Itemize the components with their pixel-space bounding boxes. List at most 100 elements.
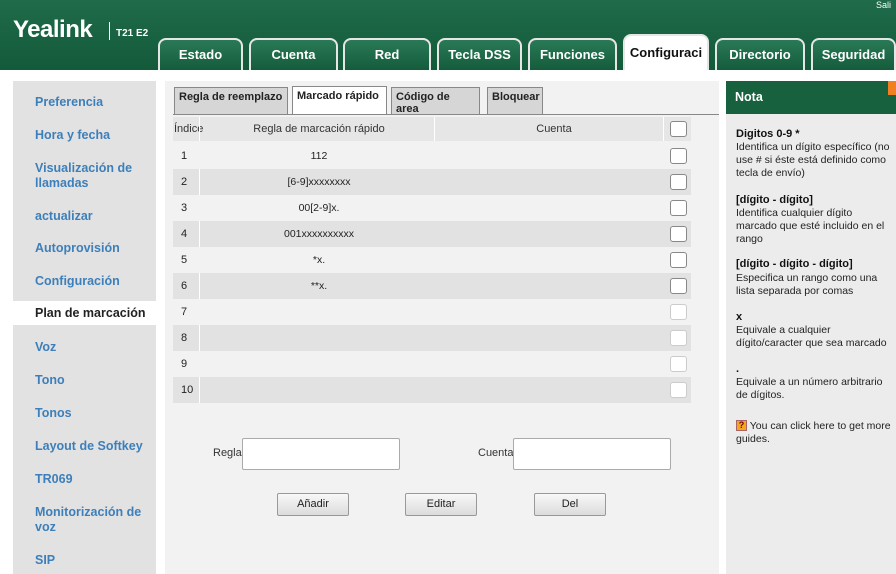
sidebar-item-sip[interactable]: SIP (35, 553, 155, 568)
tab-configuracion[interactable]: Configuraci (623, 34, 709, 70)
row-index: 5 (181, 254, 188, 266)
sidebar-item-preferencia[interactable]: Preferencia (35, 95, 155, 110)
add-button[interactable]: Añadir (277, 493, 349, 516)
subtab-divider (173, 114, 719, 115)
column-divider (434, 117, 435, 141)
sidebar-item-label: Plan de marcación (35, 306, 146, 320)
column-header-account: Cuenta (536, 123, 572, 135)
sidebar-item-visualizacion[interactable]: Visualización de llamadas (35, 161, 155, 191)
table-row[interactable]: 2 [6-9]xxxxxxxx (173, 169, 691, 195)
note-corner-marker (888, 81, 896, 95)
sidebar-item-autoprovision[interactable]: Autoprovisión (35, 241, 155, 256)
subtab-marcado-rapido[interactable]: Marcado rápido (292, 86, 387, 115)
row-index: 3 (181, 202, 188, 214)
note-entry-text: Equivale a cualquier dígito/caracter que… (736, 324, 887, 349)
row-index: 2 (181, 176, 188, 188)
tab-tecla-dss[interactable]: Tecla DSS (437, 38, 522, 70)
row-checkbox[interactable] (670, 148, 687, 164)
tab-estado[interactable]: Estado (158, 38, 243, 70)
table-row[interactable]: 4 001xxxxxxxxxx (173, 221, 691, 247)
yealink-logo: Yealink (13, 16, 93, 43)
row-index: 7 (181, 306, 188, 318)
row-checkbox[interactable] (670, 252, 687, 268)
table-row[interactable]: 6 **x. (173, 273, 691, 299)
table-row: 8 (173, 325, 691, 351)
subtab-bloquear[interactable]: Bloquear (487, 87, 543, 114)
note-entry-title: [dígito - dígito - dígito] (736, 258, 853, 270)
note-entry-text: Equivale a un número arbitrario de dígit… (736, 376, 883, 401)
delete-button[interactable]: Del (534, 493, 606, 516)
row-divider (199, 377, 200, 403)
row-checkbox[interactable] (670, 174, 687, 190)
main-content: Regla de reemplazo Marcado rápido Código… (165, 81, 719, 574)
row-rule: 00[2-9]x. (298, 202, 340, 214)
sidebar-item-actualizar[interactable]: actualizar (35, 209, 155, 224)
row-index: 6 (181, 280, 188, 292)
rule-label: Regla (213, 447, 242, 459)
table-row[interactable]: 1 112 (173, 143, 691, 169)
row-index: 1 (181, 150, 188, 162)
table-row: 10 (173, 377, 691, 403)
table-row: 7 (173, 299, 691, 325)
table-row: 9 (173, 351, 691, 377)
tab-directorio[interactable]: Directorio (715, 38, 805, 70)
table-row[interactable]: 3 00[2-9]x. (173, 195, 691, 221)
note-entry-title: [dígito - dígito] (736, 194, 813, 206)
row-checkbox[interactable] (670, 200, 687, 216)
note-title: Nota (735, 90, 763, 104)
logout-link[interactable]: Sali (876, 0, 891, 10)
sidebar-item-layout-softkey[interactable]: Layout de Softkey (35, 439, 155, 454)
column-divider (663, 117, 664, 141)
column-header-rule: Regla de marcación rápido (253, 123, 385, 135)
top-header: Yealink T21 E2 Sali Estado Cuenta Red Te… (0, 0, 896, 70)
row-rule: *x. (312, 254, 326, 266)
note-panel: Digitos 0-9 * Identifica un dígito espec… (726, 114, 896, 574)
row-checkbox-disabled (670, 330, 687, 346)
sidebar-item-voz[interactable]: Voz (35, 340, 155, 355)
row-checkbox-disabled (670, 356, 687, 372)
tab-seguridad[interactable]: Seguridad (811, 38, 896, 70)
sidebar-item-tono[interactable]: Tono (35, 373, 155, 388)
note-entry-title: Digitos 0-9 * (736, 128, 800, 140)
sidebar-item-monitorizacion[interactable]: Monitorización de voz (35, 505, 155, 535)
row-checkbox[interactable] (670, 278, 687, 294)
logo-divider (109, 22, 110, 40)
row-index: 8 (181, 332, 188, 344)
row-index: 10 (181, 384, 194, 396)
guide-link-text: You can click here to get more guides. (736, 420, 891, 445)
sidebar-item-hora-fecha[interactable]: Hora y fecha (35, 128, 155, 143)
account-input[interactable] (513, 438, 671, 470)
subtab-codigo-area[interactable]: Código de area (391, 87, 480, 115)
sidebar-item-configuracion[interactable]: Configuración (35, 274, 155, 289)
row-index: 9 (181, 358, 188, 370)
rule-input[interactable] (242, 438, 400, 470)
table-header: Índice Regla de marcación rápido Cuenta (173, 117, 691, 141)
sidebar-item-tr069[interactable]: TR069 (35, 472, 155, 487)
guide-link[interactable]: ? You can click here to get more guides. (736, 420, 892, 446)
row-rule: **x. (310, 280, 328, 292)
tab-cuenta[interactable]: Cuenta (249, 38, 338, 70)
subtab-regla-reemplazo[interactable]: Regla de reemplazo (174, 87, 288, 114)
note-header: Nota (726, 81, 896, 114)
table-row[interactable]: 5 *x. (173, 247, 691, 273)
row-checkbox-disabled (670, 304, 687, 320)
note-entry-text: Especifica un rango como una lista separ… (736, 272, 878, 297)
note-entry-text: Identifica un dígito específico (no use … (736, 141, 890, 179)
row-checkbox[interactable] (670, 226, 687, 242)
tab-red[interactable]: Red (343, 38, 431, 70)
note-entry-title: . (736, 363, 740, 375)
note-entry-text: Identifica cualquier dígito marcado que … (736, 207, 885, 245)
row-rule: 001xxxxxxxxxx (283, 228, 355, 240)
model-label: T21 E2 (116, 28, 149, 39)
row-rule: 112 (310, 150, 328, 162)
row-rule: [6-9]xxxxxxxx (287, 176, 351, 188)
row-divider (199, 325, 200, 351)
column-divider (199, 117, 200, 141)
help-icon: ? (736, 420, 747, 431)
select-all-checkbox[interactable] (670, 121, 687, 137)
account-label: Cuenta (478, 447, 514, 459)
sidebar-item-tonos[interactable]: Tonos (35, 406, 155, 421)
edit-button[interactable]: Editar (405, 493, 477, 516)
sidebar-item-plan-marcacion[interactable]: Plan de marcación (13, 301, 165, 325)
tab-funciones[interactable]: Funciones (528, 38, 617, 70)
